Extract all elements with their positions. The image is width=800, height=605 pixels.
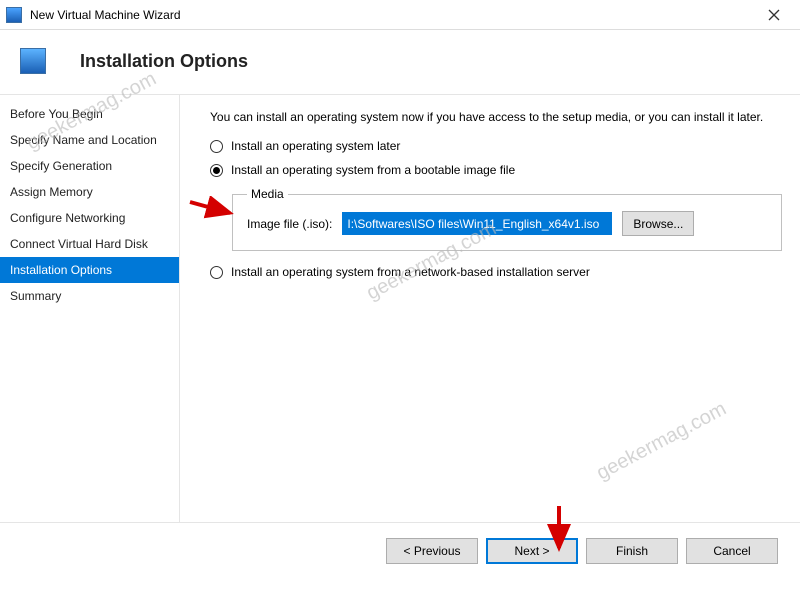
image-file-input[interactable]: I:\Softwares\ISO files\Win11_English_x64… [342,212,612,235]
finish-button[interactable]: Finish [586,538,678,564]
intro-text: You can install an operating system now … [210,109,782,125]
radio-option-bootable-image[interactable]: Install an operating system from a boota… [210,163,782,177]
radio-icon [210,266,223,279]
sidebar-item-label: Specify Name and Location [10,133,157,147]
media-fieldset: Media Image file (.iso): I:\Softwares\IS… [232,187,782,251]
sidebar-item-before-you-begin[interactable]: Before You Begin [0,101,179,127]
browse-button[interactable]: Browse... [622,211,694,236]
sidebar-item-connect-vhd[interactable]: Connect Virtual Hard Disk [0,231,179,257]
sidebar-item-specify-generation[interactable]: Specify Generation [0,153,179,179]
sidebar-item-configure-networking[interactable]: Configure Networking [0,205,179,231]
page-title: Installation Options [80,51,248,72]
wizard-content: You can install an operating system now … [180,95,800,522]
titlebar: New Virtual Machine Wizard [0,0,800,30]
radio-label: Install an operating system later [231,139,400,153]
wizard-header: Installation Options [0,30,800,94]
previous-button[interactable]: < Previous [386,538,478,564]
image-file-label: Image file (.iso): [247,217,332,231]
window-title: New Virtual Machine Wizard [30,8,181,22]
radio-option-network-install[interactable]: Install an operating system from a netwo… [210,265,782,279]
wizard-footer: < Previous Next > Finish Cancel [0,522,800,578]
radio-icon [210,164,223,177]
radio-label: Install an operating system from a netwo… [231,265,590,279]
radio-icon [210,140,223,153]
app-icon [6,7,22,23]
sidebar-item-label: Before You Begin [10,107,103,121]
sidebar-item-label: Assign Memory [10,185,93,199]
sidebar-item-specify-name[interactable]: Specify Name and Location [0,127,179,153]
sidebar-item-installation-options[interactable]: Installation Options [0,257,179,283]
media-legend: Media [247,187,288,201]
wizard-icon [20,48,46,74]
wizard-body: Before You Begin Specify Name and Locati… [0,94,800,522]
sidebar-item-label: Configure Networking [10,211,125,225]
sidebar-item-label: Summary [10,289,61,303]
cancel-button[interactable]: Cancel [686,538,778,564]
sidebar-item-summary[interactable]: Summary [0,283,179,309]
sidebar-item-label: Installation Options [10,263,112,277]
next-button[interactable]: Next > [486,538,578,564]
close-button[interactable] [754,1,794,29]
wizard-sidebar: Before You Begin Specify Name and Locati… [0,95,180,522]
radio-option-later[interactable]: Install an operating system later [210,139,782,153]
sidebar-item-label: Specify Generation [10,159,112,173]
sidebar-item-label: Connect Virtual Hard Disk [10,237,148,251]
sidebar-item-assign-memory[interactable]: Assign Memory [0,179,179,205]
radio-label: Install an operating system from a boota… [231,163,515,177]
